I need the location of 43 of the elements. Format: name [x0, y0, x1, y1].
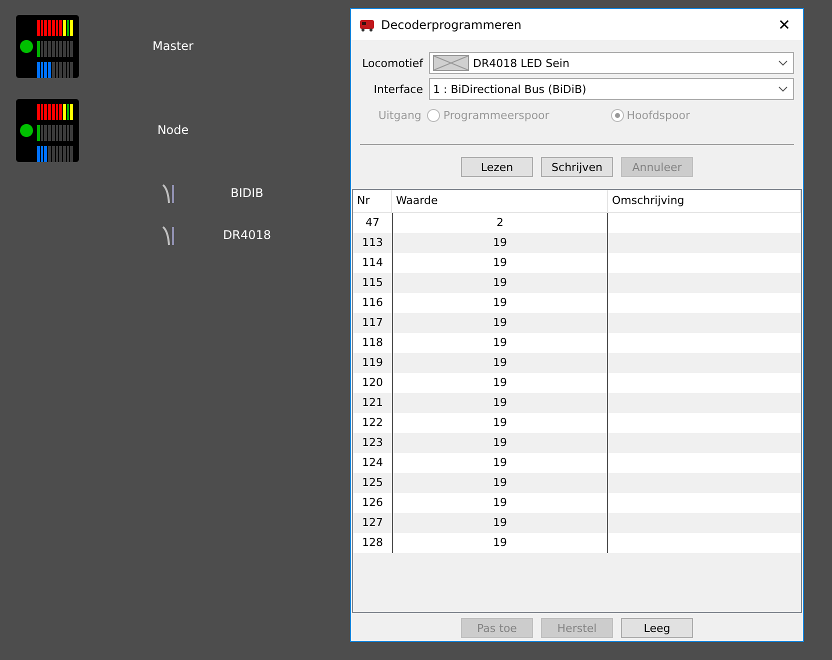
table-cell-text: 114	[361, 255, 384, 271]
switch-label: BIDIB	[230, 186, 264, 200]
table-cell-text: 124	[361, 455, 384, 471]
interface-dropdown[interactable]: 1 : BiDirectional Bus (BiDiB)	[429, 78, 794, 100]
table-cell-text: 118	[361, 335, 384, 351]
status-meter[interactable]	[16, 99, 79, 162]
footer-button[interactable]: Leeg	[621, 618, 693, 638]
table-cell-text: 113	[361, 235, 384, 251]
close-button[interactable]: ✕	[774, 16, 795, 34]
table-cell: 19	[392, 533, 608, 553]
action-button[interactable]: Schrijven	[541, 157, 613, 177]
table-cell-text: 126	[361, 495, 384, 511]
table-cell-text: 116	[361, 295, 384, 311]
table-cell-text: 125	[361, 475, 384, 491]
switch-icon	[162, 183, 176, 205]
switch-icon	[162, 225, 176, 247]
table-cell-text: 123	[361, 435, 384, 451]
column-header[interactable]: Nr	[353, 190, 392, 212]
table-cell-text: 122	[361, 415, 384, 431]
field-label: Uitgang	[377, 108, 422, 122]
image-placeholder-icon	[433, 55, 469, 71]
table-cell-text: 117	[361, 315, 384, 331]
locomotive-dropdown[interactable]: DR4018 LED Sein	[429, 52, 794, 74]
table-cell-text: 47	[364, 215, 380, 231]
table-cell-text: 121	[361, 395, 384, 411]
field-label: Interface	[372, 82, 424, 96]
table-cell-text: 128	[361, 535, 384, 551]
node-label: Node	[156, 123, 190, 137]
window-title: Decoderprogrammeren	[381, 18, 522, 32]
action-button[interactable]: Lezen	[461, 157, 533, 177]
table-cell-text: 120	[361, 375, 384, 391]
column-header[interactable]: Omschrijving	[608, 190, 801, 212]
locomotive-icon	[359, 18, 375, 32]
radio-label: Programmeerspoor	[443, 108, 550, 122]
node-label: Master	[152, 39, 194, 53]
field-label: Locomotief	[361, 56, 424, 70]
radio-label: Hoofdspoor	[626, 108, 690, 122]
table-cell-text: 119	[361, 355, 384, 371]
column-header[interactable]: Waarde	[392, 190, 608, 212]
status-meter[interactable]	[16, 15, 79, 78]
switch-label: DR4018	[222, 228, 272, 242]
table-cell-text: 127	[361, 515, 384, 531]
table-cell-text: 115	[361, 275, 384, 291]
